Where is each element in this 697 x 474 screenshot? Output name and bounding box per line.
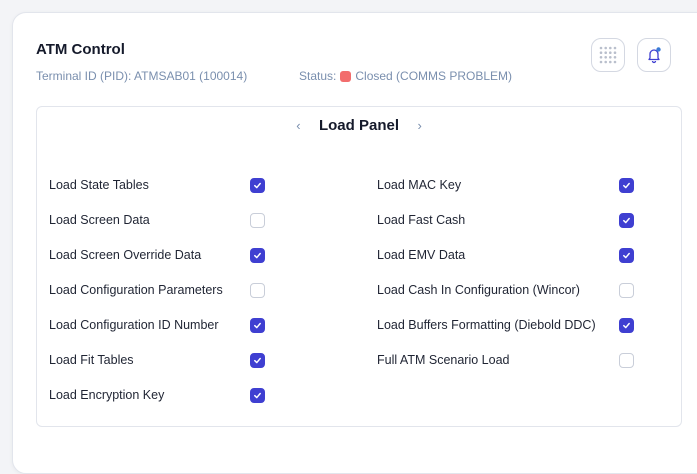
load-option-row: Full ATM Scenario Load <box>377 350 635 370</box>
load-option-checkbox[interactable] <box>250 318 265 333</box>
check-icon <box>623 217 630 224</box>
load-option-row: Load Screen Override Data <box>49 245 266 265</box>
load-option-checkbox[interactable] <box>250 388 265 403</box>
status-line: Status: Closed (COMMS PROBLEM) <box>299 69 512 83</box>
atm-control-card: ATM Control Terminal ID (PID): ATMSAB01 … <box>12 12 697 474</box>
load-option-label: Load MAC Key <box>377 178 462 192</box>
load-option-row: Load Buffers Formatting (Diebold DDC) <box>377 315 635 335</box>
load-option-label: Full ATM Scenario Load <box>377 353 510 367</box>
load-option-checkbox[interactable] <box>250 353 265 368</box>
status-label: Status: <box>299 69 337 83</box>
notifications-button[interactable] <box>637 38 671 72</box>
load-option-checkbox[interactable] <box>619 178 634 193</box>
bell-notification-icon <box>648 47 661 64</box>
load-option-checkbox[interactable] <box>250 248 265 263</box>
load-option-checkbox[interactable] <box>250 283 265 298</box>
check-icon <box>254 252 261 259</box>
panel-header: ‹ Load Panel › <box>37 117 681 139</box>
load-option-label: Load Screen Override Data <box>49 248 202 262</box>
load-panel: ‹ Load Panel › Load State Tables Load Scr… <box>36 106 682 427</box>
grid-menu-button[interactable] <box>591 38 625 72</box>
check-icon <box>623 322 630 329</box>
load-option-label: Load Fast Cash <box>377 213 466 227</box>
load-option-label: Load Configuration Parameters <box>49 283 223 297</box>
check-icon <box>254 357 261 364</box>
load-option-checkbox[interactable] <box>619 353 634 368</box>
check-icon <box>623 182 630 189</box>
load-option-row: Load MAC Key <box>377 175 635 195</box>
load-option-label: Load Fit Tables <box>49 353 134 367</box>
prev-panel-button[interactable]: ‹ <box>296 118 300 133</box>
load-option-row: Load State Tables <box>49 175 266 195</box>
load-option-row: Load Cash In Configuration (Wincor) <box>377 280 635 300</box>
load-option-row: Load Encryption Key <box>49 385 266 405</box>
load-option-checkbox[interactable] <box>619 283 634 298</box>
load-option-label: Load Cash In Configuration (Wincor) <box>377 283 580 297</box>
load-option-label: Load State Tables <box>49 178 149 192</box>
load-option-label: Load EMV Data <box>377 248 466 262</box>
check-icon <box>254 182 261 189</box>
terminal-id: Terminal ID (PID): ATMSAB01 (100014) <box>36 69 248 83</box>
check-icon <box>254 392 261 399</box>
load-option-row: Load Configuration ID Number <box>49 315 266 335</box>
next-panel-button[interactable]: › <box>417 118 421 133</box>
grid-dots-icon <box>599 46 617 64</box>
load-option-checkbox[interactable] <box>250 178 265 193</box>
load-option-label: Load Screen Data <box>49 213 150 227</box>
status-value: Closed (COMMS PROBLEM) <box>355 69 513 83</box>
load-option-label: Load Configuration ID Number <box>49 318 219 332</box>
load-option-row: Load Configuration Parameters <box>49 280 266 300</box>
page-title: ATM Control <box>36 41 125 58</box>
load-option-checkbox[interactable] <box>619 318 634 333</box>
check-icon <box>254 322 261 329</box>
status-indicator <box>340 70 352 82</box>
check-icon <box>623 252 630 259</box>
panel-title: Load Panel <box>318 117 400 135</box>
load-option-row: Load Screen Data <box>49 210 266 230</box>
load-option-checkbox[interactable] <box>619 248 634 263</box>
load-option-row: Load Fast Cash <box>377 210 635 230</box>
load-option-row: Load Fit Tables <box>49 350 266 370</box>
load-option-row: Load EMV Data <box>377 245 635 265</box>
load-option-checkbox[interactable] <box>250 213 265 228</box>
load-option-label: Load Encryption Key <box>49 388 165 402</box>
load-option-label: Load Buffers Formatting (Diebold DDC) <box>377 318 596 332</box>
load-option-checkbox[interactable] <box>619 213 634 228</box>
